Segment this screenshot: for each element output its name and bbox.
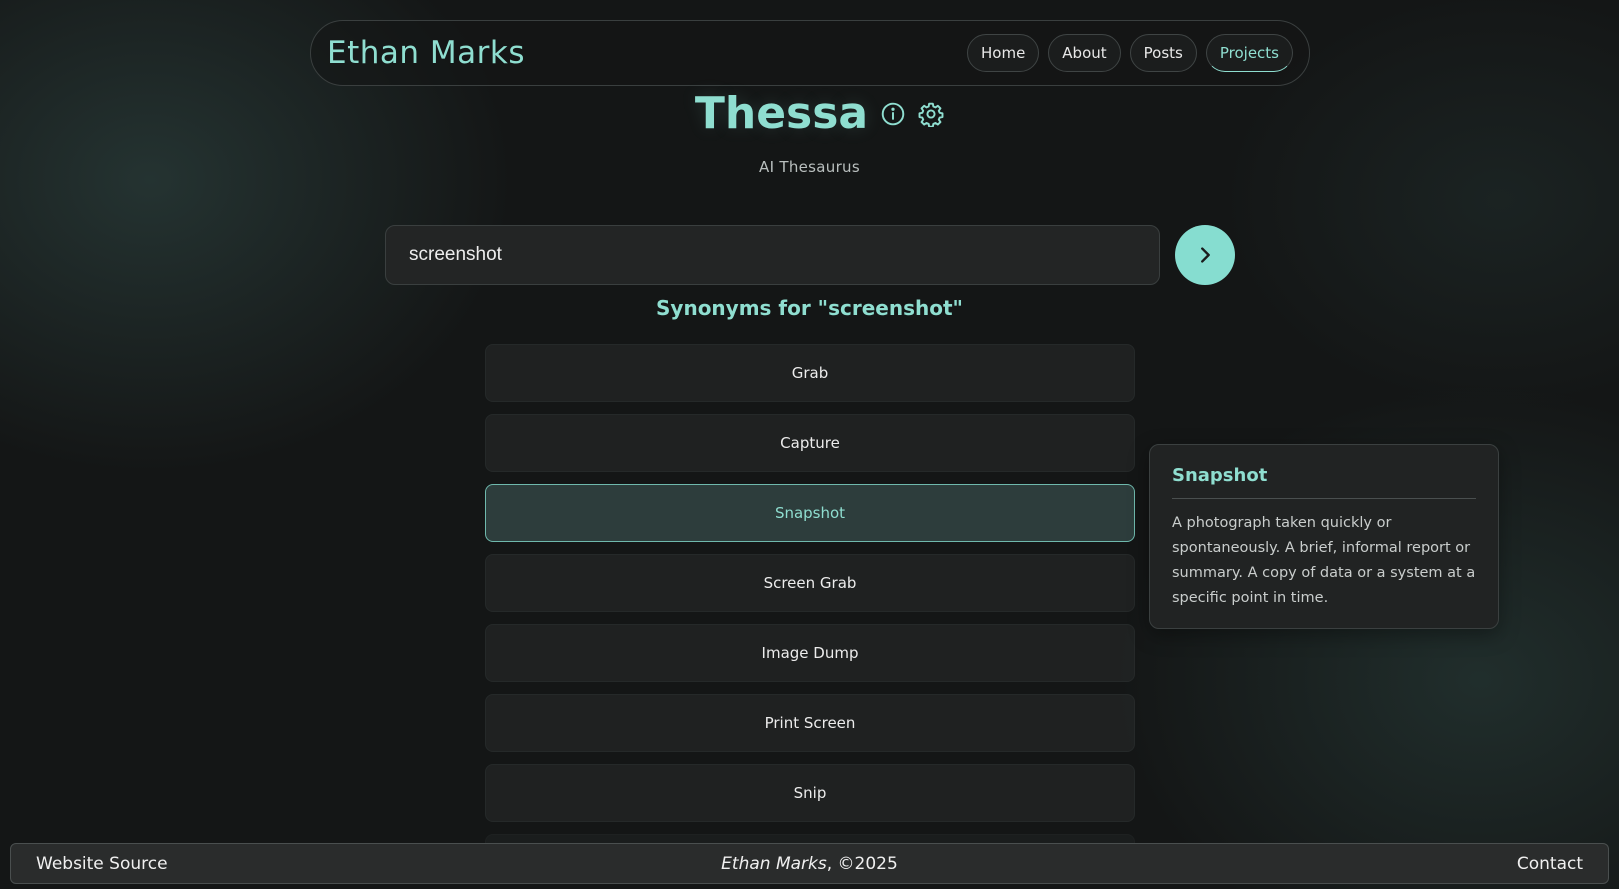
site-header: Ethan Marks Home About Posts Projects: [310, 20, 1310, 86]
synonym-item[interactable]: Image Dump: [485, 624, 1135, 682]
contact-link[interactable]: Contact: [1517, 854, 1583, 874]
synonym-item[interactable]: Screen Grab: [485, 554, 1135, 612]
site-footer: Website Source Ethan Marks, ©2025 Contac…: [10, 843, 1609, 884]
app-title: Thessa: [694, 88, 869, 139]
website-source-link[interactable]: Website Source: [36, 854, 168, 874]
chevron-right-icon: [1194, 244, 1216, 266]
synonym-item[interactable]: Grab: [485, 344, 1135, 402]
app-subtitle: AI Thesaurus: [759, 158, 860, 176]
copyright-year: , ©2025: [826, 853, 898, 874]
definition-panel: Snapshot A photograph taken quickly or s…: [1149, 444, 1499, 629]
copyright: Ethan Marks, ©2025: [11, 854, 1608, 874]
nav-about[interactable]: About: [1048, 34, 1121, 72]
copyright-author: Ethan Marks: [721, 853, 827, 874]
definition-text: A photograph taken quickly or spontaneou…: [1172, 515, 1476, 606]
site-brand[interactable]: Ethan Marks: [327, 35, 525, 71]
nav-posts[interactable]: Posts: [1129, 34, 1197, 72]
definition-title: Snapshot: [1172, 465, 1476, 499]
synonym-item[interactable]: Print Screen: [485, 694, 1135, 752]
synonym-item-selected[interactable]: Snapshot: [485, 484, 1135, 542]
nav-projects[interactable]: Projects: [1205, 34, 1293, 72]
synonym-list: Grab Capture Snapshot Screen Grab Image …: [485, 344, 1135, 866]
search-submit-button[interactable]: [1175, 225, 1235, 285]
synonym-item[interactable]: Snip: [485, 764, 1135, 822]
synonym-item[interactable]: Capture: [485, 414, 1135, 472]
gear-icon[interactable]: [918, 101, 944, 127]
main-nav: Home About Posts Projects: [967, 34, 1293, 72]
search-input[interactable]: [385, 225, 1160, 285]
app-title-row: Thessa: [0, 88, 1619, 139]
nav-home[interactable]: Home: [967, 34, 1040, 72]
synonyms-heading: Synonyms for "screenshot": [656, 296, 963, 320]
info-icon[interactable]: [880, 101, 906, 127]
